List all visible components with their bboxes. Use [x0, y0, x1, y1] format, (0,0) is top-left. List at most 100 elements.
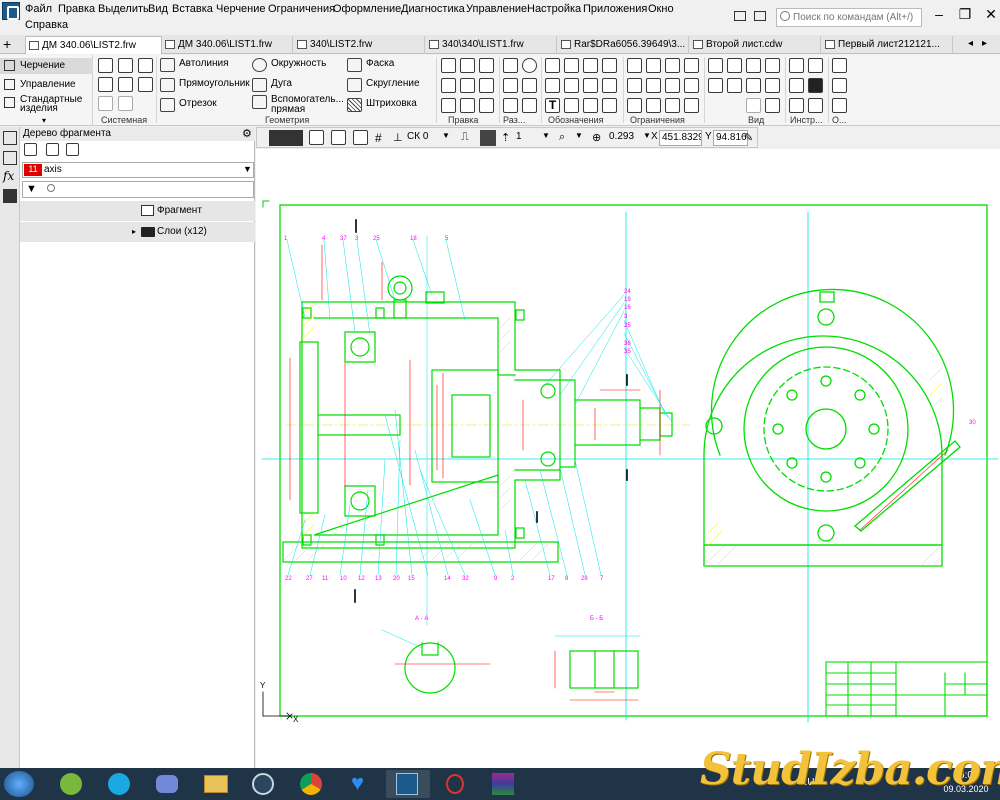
menu-manage[interactable]: Управление — [466, 3, 527, 15]
zoom-icon[interactable]: ⊕ — [592, 131, 601, 144]
chamfer-button[interactable]: Фаска — [347, 58, 394, 72]
deform-icon[interactable] — [479, 98, 494, 113]
y-coordinate-input[interactable]: 94.8163 — [713, 130, 748, 146]
mirror-icon[interactable] — [441, 98, 456, 113]
taskbar-chrome[interactable] — [290, 770, 334, 798]
menu-select[interactable]: Выделить — [98, 3, 149, 15]
round-icon[interactable]: ⎍ — [461, 131, 469, 144]
spec-icon[interactable] — [808, 98, 823, 113]
save-icon[interactable] — [138, 58, 153, 73]
vertical-constraint-icon[interactable] — [646, 58, 661, 73]
expand-arrow-icon[interactable]: ▸ — [132, 227, 136, 236]
tab-list2-dm[interactable]: ДМ 340.06\LIST2.frw — [25, 36, 162, 54]
break-view-icon[interactable] — [746, 78, 761, 93]
tab-list1-dm[interactable]: ДМ 340.06\LIST1.frw — [162, 36, 293, 54]
dimension-diameter-icon[interactable] — [522, 58, 537, 73]
filter-icon[interactable]: ▼ — [26, 183, 37, 195]
rectangle-button[interactable]: Прямоугольник — [160, 78, 250, 92]
step-select[interactable]: 1 — [516, 131, 522, 142]
tab-340-list2[interactable]: 340\LIST2.frw — [294, 36, 425, 54]
taskbar-discord[interactable] — [146, 770, 190, 798]
properties-panel-icon[interactable] — [3, 151, 17, 165]
equal-icon[interactable] — [646, 98, 661, 113]
menu-window[interactable]: Окно — [648, 3, 674, 15]
tolerance-icon[interactable] — [602, 58, 617, 73]
gear-icon[interactable]: ⚙ — [242, 127, 252, 140]
layer-select[interactable]: 11 axis ▼ — [22, 162, 254, 178]
maximize-button[interactable]: ❐ — [952, 6, 978, 24]
chevron-down-icon[interactable]: ▼ — [542, 131, 550, 140]
menu-view[interactable]: Вид — [148, 3, 168, 15]
taskbar-steam[interactable] — [242, 770, 286, 798]
concentric-icon[interactable] — [684, 78, 699, 93]
mode-standard-parts[interactable]: Стандартные изделия — [0, 95, 82, 115]
fillet-button[interactable]: Скругление — [347, 78, 420, 92]
minimize-button[interactable]: – — [926, 6, 952, 24]
parallel-icon[interactable] — [627, 78, 642, 93]
pipette-icon[interactable]: ✎ — [744, 131, 753, 144]
library-icon[interactable] — [789, 98, 804, 113]
horizontal-constraint-icon[interactable] — [627, 58, 642, 73]
undo-icon[interactable] — [98, 96, 113, 111]
taskbar-explorer[interactable] — [194, 770, 238, 798]
menu-insert[interactable]: Вставка — [172, 3, 213, 15]
dimension-auto-icon[interactable] — [503, 98, 518, 113]
tree-item-layers[interactable]: ▸ Слои (x12) — [20, 222, 255, 242]
perpendicular-icon[interactable] — [646, 78, 661, 93]
menu-settings[interactable]: Настройка — [527, 3, 581, 15]
open-icon[interactable] — [118, 58, 133, 73]
weld-icon[interactable] — [583, 98, 598, 113]
variables-panel-icon[interactable]: fx — [3, 169, 14, 183]
roughness-icon[interactable] — [564, 58, 579, 73]
coincident-icon[interactable] — [684, 58, 699, 73]
screenshot-icon[interactable] — [754, 11, 766, 21]
view-hide-icon[interactable] — [765, 98, 780, 113]
tree-filter-input[interactable]: ▼ — [22, 181, 254, 198]
start-button-icon[interactable] — [4, 771, 34, 797]
chevron-down-icon[interactable]: ▼ — [243, 164, 252, 174]
new-document-icon[interactable] — [98, 58, 113, 73]
collinear-icon[interactable] — [665, 78, 680, 93]
position-icon[interactable] — [545, 78, 560, 93]
table-icon[interactable] — [564, 98, 579, 113]
copy-icon[interactable] — [138, 77, 153, 92]
taskbar-skype[interactable] — [98, 770, 142, 798]
x-coordinate-input[interactable]: 451.8329 — [659, 130, 702, 146]
menu-edit[interactable]: Правка — [58, 3, 95, 15]
section-view-icon[interactable] — [708, 78, 723, 93]
kompas-logo-icon[interactable] — [2, 2, 20, 20]
text-icon[interactable]: T — [545, 98, 560, 113]
object-group-icon[interactable] — [832, 98, 847, 113]
tree-filter-mode-icon[interactable] — [46, 143, 59, 156]
construction-line-button[interactable]: Вспомогатель... прямая — [252, 95, 347, 115]
scale-icon[interactable] — [460, 98, 475, 113]
object-style-icon[interactable] — [832, 78, 847, 93]
snap-local-icon[interactable] — [331, 130, 346, 145]
menu-file[interactable]: Файл — [25, 3, 52, 15]
command-search-input[interactable]: Поиск по командам (Alt+/) — [776, 8, 922, 27]
taskbar-snipping[interactable] — [434, 770, 478, 798]
menu-formatting[interactable]: Оформление — [333, 3, 401, 15]
arc-button[interactable]: Дуга — [252, 78, 292, 92]
macro-icon[interactable] — [789, 78, 804, 93]
zoom-window-icon[interactable]: ⌕ — [559, 131, 565, 144]
move-icon[interactable] — [441, 78, 456, 93]
menu-drawing[interactable]: Черчение — [216, 3, 266, 15]
tab-second-sheet[interactable]: Второй лист.cdw — [690, 36, 821, 54]
taskbar-favorites[interactable]: ♥ — [338, 770, 382, 798]
local-view-icon[interactable] — [727, 78, 742, 93]
tab-340-list1[interactable]: 340\340\LIST1.frw — [426, 36, 557, 54]
drawing-svg[interactable]: 1 4 37 3 25 18 5 24 19 16 3 25 36 35 30 … — [256, 149, 1000, 768]
symmetry-icon[interactable] — [665, 98, 680, 113]
view-arrow-icon[interactable] — [583, 78, 598, 93]
cut-line-icon[interactable] — [564, 78, 579, 93]
tree-view-icon[interactable] — [24, 143, 37, 156]
projection-view-icon[interactable] — [727, 58, 742, 73]
base-icon[interactable] — [583, 58, 598, 73]
tree-preview-icon[interactable] — [66, 143, 79, 156]
print-icon[interactable] — [98, 77, 113, 92]
menu-applications[interactable]: Приложения — [583, 3, 647, 15]
layers-panel-icon[interactable] — [3, 189, 17, 203]
grid-icon[interactable]: # — [375, 131, 382, 145]
redo-icon[interactable] — [118, 96, 133, 111]
